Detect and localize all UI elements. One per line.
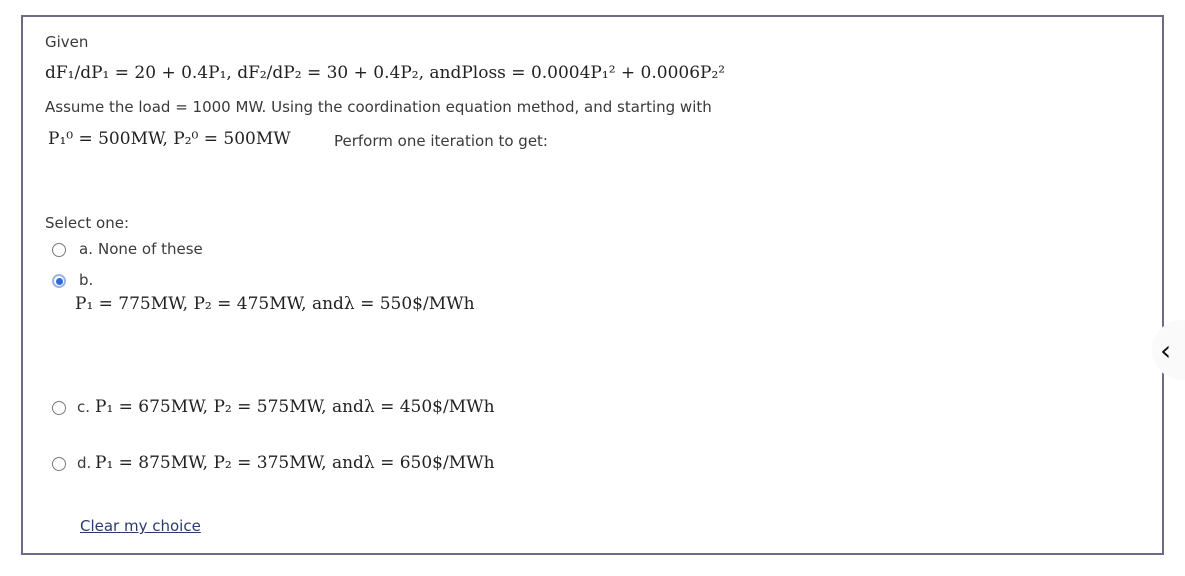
clear-choice-link[interactable]: Clear my choice bbox=[80, 517, 201, 535]
instruction-text: Perform one iteration to get: bbox=[334, 132, 548, 150]
assumption-text: Assume the load = 1000 MW. Using the coo… bbox=[45, 98, 712, 116]
option-b-letter: b. bbox=[79, 271, 94, 289]
option-c-letter: c. bbox=[77, 398, 91, 416]
option-b-label[interactable]: P₁ = 775MW, P₂ = 475MW, andλ = 550$/MWh bbox=[75, 294, 475, 314]
option-d-letter: d. bbox=[77, 454, 92, 472]
question-card bbox=[21, 15, 1164, 555]
initial-values: P₁⁰ = 500MW, P₂⁰ = 500MW bbox=[48, 129, 291, 149]
given-equation: dF₁/dP₁ = 20 + 0.4P₁, dF₂/dP₂ = 30 + 0.4… bbox=[45, 63, 726, 83]
given-label: Given bbox=[45, 33, 89, 51]
option-d-radio[interactable] bbox=[52, 457, 66, 471]
option-d-label[interactable]: P₁ = 875MW, P₂ = 375MW, andλ = 650$/MWh bbox=[95, 453, 495, 473]
select-one-label: Select one: bbox=[45, 214, 130, 232]
option-b-radio[interactable] bbox=[52, 274, 66, 288]
option-a-radio[interactable] bbox=[52, 243, 66, 257]
chevron-left-icon: ‹ bbox=[1160, 334, 1172, 367]
option-a-label[interactable]: None of these bbox=[98, 240, 203, 258]
option-c-radio[interactable] bbox=[52, 401, 66, 415]
option-c-label[interactable]: P₁ = 675MW, P₂ = 575MW, andλ = 450$/MWh bbox=[95, 397, 495, 417]
option-a-letter: a. bbox=[79, 240, 93, 258]
